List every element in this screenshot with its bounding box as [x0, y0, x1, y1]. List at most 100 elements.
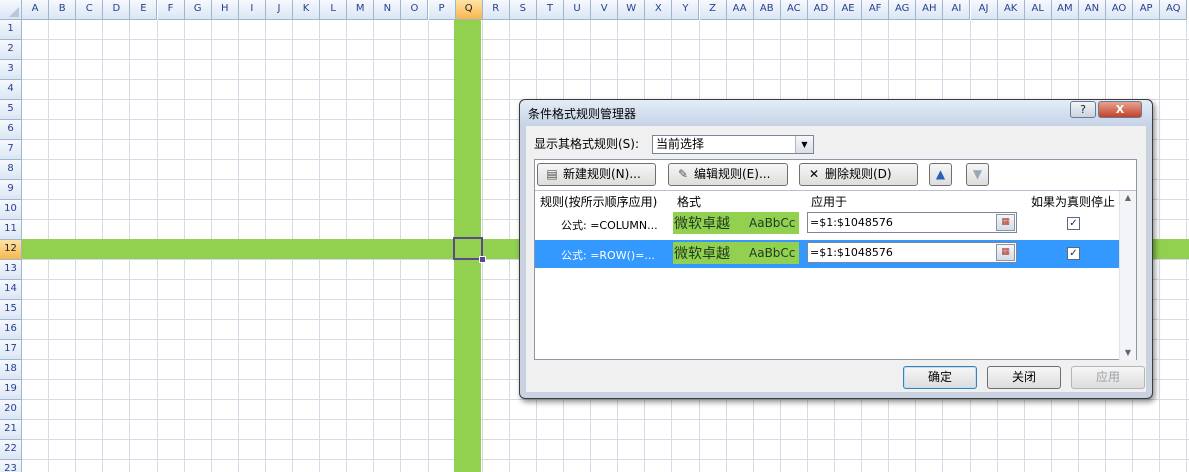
row-header[interactable]: 15: [0, 300, 22, 320]
apply-button[interactable]: 应用: [1071, 366, 1145, 389]
applies-to-input[interactable]: =$1:$1048576 ▦: [807, 242, 1017, 263]
row-header[interactable]: 1: [0, 20, 22, 40]
applies-to-input[interactable]: =$1:$1048576 ▦: [807, 212, 1017, 233]
scroll-down-icon[interactable]: ▼: [1120, 346, 1136, 360]
column-header-format: 格式: [677, 195, 702, 209]
dropdown-arrow-icon[interactable]: ▼: [795, 136, 813, 153]
column-header[interactable]: M: [347, 0, 375, 20]
column-header[interactable]: AK: [997, 0, 1025, 20]
row-header[interactable]: 8: [0, 160, 22, 180]
row-header[interactable]: 9: [0, 180, 22, 200]
dialog-close-icon[interactable]: X: [1098, 101, 1142, 118]
row-header[interactable]: 17: [0, 340, 22, 360]
ok-button[interactable]: 确定: [903, 366, 977, 389]
stop-if-true-checkbox[interactable]: ✓: [1067, 247, 1080, 260]
column-header[interactable]: B: [49, 0, 77, 20]
column-header[interactable]: Q: [455, 0, 483, 20]
new-rule-button[interactable]: ▤ 新建规则(N)...: [537, 163, 656, 186]
rule-row-selected[interactable]: 公式: =ROW()=... 微软卓越 AaBbCc =$1:$1048576 …: [535, 240, 1119, 268]
column-header[interactable]: I: [238, 0, 266, 20]
column-header[interactable]: Z: [699, 0, 727, 20]
column-header[interactable]: G: [184, 0, 212, 20]
row-header[interactable]: 7: [0, 140, 22, 160]
dialog-titlebar[interactable]: 条件格式规则管理器 ? X: [520, 100, 1152, 126]
column-header[interactable]: AL: [1024, 0, 1052, 20]
column-header[interactable]: AC: [780, 0, 808, 20]
rule-row[interactable]: 公式: =COLUMN... 微软卓越 AaBbCc =$1:$1048576 …: [535, 210, 1119, 238]
row-header[interactable]: 20: [0, 400, 22, 420]
column-header[interactable]: V: [591, 0, 619, 20]
close-button[interactable]: 关闭: [987, 366, 1061, 389]
row-header[interactable]: 5: [0, 100, 22, 120]
column-header[interactable]: AN: [1078, 0, 1106, 20]
column-header[interactable]: R: [482, 0, 510, 20]
edit-rule-button[interactable]: ✎ 编辑规则(E)...: [668, 163, 788, 186]
edit-rule-icon: ✎: [677, 167, 689, 181]
column-header[interactable]: K: [293, 0, 321, 20]
row-header[interactable]: 13: [0, 260, 22, 280]
column-header[interactable]: J: [265, 0, 293, 20]
column-header[interactable]: AB: [753, 0, 781, 20]
column-header[interactable]: S: [509, 0, 537, 20]
select-all-corner[interactable]: [0, 0, 22, 20]
column-header[interactable]: U: [564, 0, 592, 20]
row-header[interactable]: 23: [0, 460, 22, 472]
column-header[interactable]: X: [645, 0, 673, 20]
row-header[interactable]: 12: [0, 240, 22, 260]
column-header[interactable]: W: [618, 0, 646, 20]
column-header[interactable]: AD: [807, 0, 835, 20]
row-header[interactable]: 6: [0, 120, 22, 140]
column-header[interactable]: C: [76, 0, 104, 20]
move-up-button[interactable]: ▲: [929, 163, 952, 186]
row-header[interactable]: 19: [0, 380, 22, 400]
row-header[interactable]: 21: [0, 420, 22, 440]
row-header[interactable]: 22: [0, 440, 22, 460]
applies-to-value: =$1:$1048576: [810, 246, 893, 259]
rule-scope-select[interactable]: 当前选择 ▼: [652, 135, 814, 154]
column-header[interactable]: AE: [835, 0, 863, 20]
row-header[interactable]: 18: [0, 360, 22, 380]
column-header[interactable]: P: [428, 0, 456, 20]
row-header[interactable]: 3: [0, 60, 22, 80]
range-select-icon[interactable]: ▦: [996, 214, 1015, 231]
column-header[interactable]: AA: [726, 0, 754, 20]
column-header[interactable]: AH: [916, 0, 944, 20]
column-header-stop-if-true: 如果为真则停止: [1031, 195, 1116, 209]
delete-icon: ✕: [808, 167, 820, 181]
move-down-button[interactable]: ▼: [966, 163, 989, 186]
row-header[interactable]: 4: [0, 80, 22, 100]
scroll-up-icon[interactable]: ▲: [1120, 191, 1136, 205]
row-header[interactable]: 16: [0, 320, 22, 340]
column-header[interactable]: O: [401, 0, 429, 20]
row-header[interactable]: 14: [0, 280, 22, 300]
column-header[interactable]: AP: [1133, 0, 1161, 20]
column-header[interactable]: L: [320, 0, 348, 20]
rules-scrollbar[interactable]: ▲ ▼: [1119, 191, 1136, 360]
column-header[interactable]: H: [211, 0, 239, 20]
column-header-applies-to: 应用于: [811, 195, 848, 209]
column-header[interactable]: AQ: [1160, 0, 1188, 20]
column-header[interactable]: AF: [862, 0, 890, 20]
row-header[interactable]: 2: [0, 40, 22, 60]
column-header[interactable]: AG: [889, 0, 917, 20]
help-button[interactable]: ?: [1070, 101, 1096, 118]
column-header[interactable]: F: [157, 0, 185, 20]
column-header[interactable]: T: [536, 0, 564, 20]
column-header[interactable]: AI: [943, 0, 971, 20]
column-header[interactable]: A: [22, 0, 50, 20]
column-header[interactable]: D: [103, 0, 131, 20]
row-header[interactable]: 10: [0, 200, 22, 220]
column-header[interactable]: N: [374, 0, 402, 20]
column-header[interactable]: AO: [1106, 0, 1134, 20]
delete-rule-button[interactable]: ✕ 删除规则(D): [799, 163, 918, 186]
checkmark-icon: ✓: [1069, 218, 1078, 229]
stop-if-true-checkbox[interactable]: ✓: [1067, 217, 1080, 230]
fill-handle[interactable]: [479, 256, 486, 263]
column-header[interactable]: AM: [1051, 0, 1079, 20]
range-select-icon[interactable]: ▦: [996, 244, 1015, 261]
column-header[interactable]: Y: [672, 0, 700, 20]
row-header[interactable]: 11: [0, 220, 22, 240]
column-header[interactable]: AJ: [970, 0, 998, 20]
column-header[interactable]: E: [130, 0, 158, 20]
rules-list[interactable]: 规则(按所示顺序应用) 格式 应用于 如果为真则停止 公式: =COLUMN..…: [535, 190, 1136, 360]
